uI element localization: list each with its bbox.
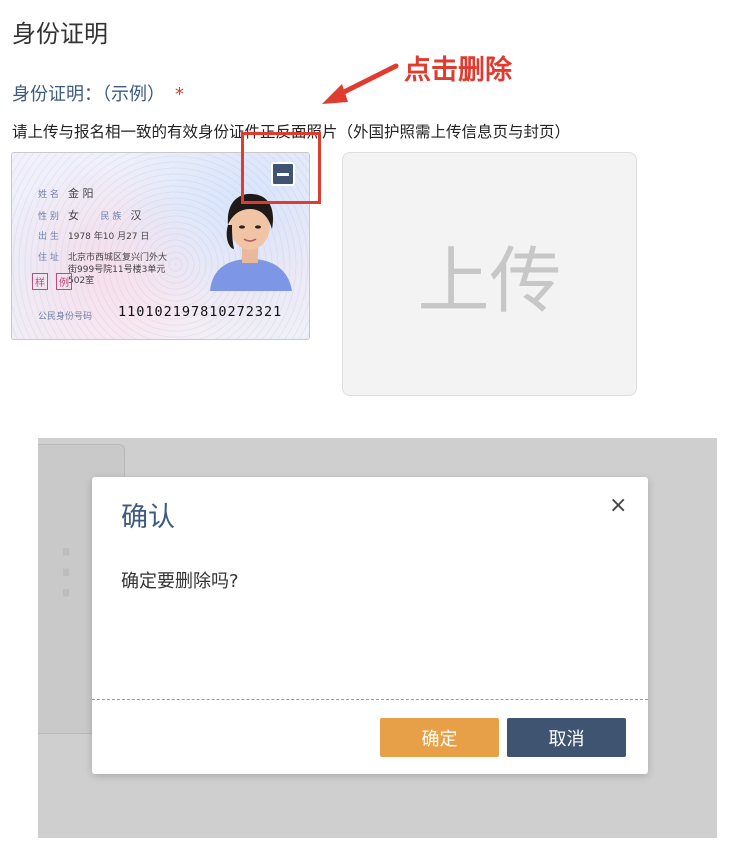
dialog-message: 确定要删除吗? — [121, 571, 239, 592]
card-birth-row: 出 生 1978 年10 月27 日 — [38, 229, 149, 242]
required-mark: * — [175, 84, 184, 105]
upload-label: 上传 — [417, 238, 562, 323]
close-icon[interactable]: × — [609, 495, 627, 517]
annotation-highlight-box — [241, 132, 321, 204]
dialog-title: 确认 — [121, 502, 175, 533]
card-id-number: 110102197810272321 — [118, 304, 283, 320]
page-title: 身份证明 — [12, 20, 108, 48]
sample-stamp-2: 例 — [56, 273, 72, 290]
upload-tile[interactable]: 上传 — [342, 152, 637, 396]
card-name: 金 阳 — [68, 187, 94, 200]
dialog-divider — [92, 699, 648, 700]
card-address-key: 住 址 — [38, 253, 59, 263]
section-label: 身份证明：（示例） * — [12, 80, 184, 106]
sample-stamp: 样 — [32, 273, 48, 290]
card-sex-key: 性 别 — [38, 212, 59, 222]
annotation-arrow-icon — [322, 63, 399, 104]
card-birth: 1978 年10 月27 日 — [68, 232, 150, 242]
card-name-row: 姓 名金 阳 — [38, 185, 94, 201]
card-name-key: 姓 名 — [38, 190, 59, 200]
backdrop-upload-glyph: ⋮ — [38, 536, 96, 606]
confirm-button[interactable]: 确定 — [380, 718, 499, 757]
card-id-number-key: 公民身份号码 — [38, 312, 93, 322]
card-sex-row: 性 别女 民 族汉 — [38, 207, 142, 223]
cancel-button[interactable]: 取消 — [507, 718, 626, 757]
card-ethnicity-key: 民 族 — [100, 212, 122, 222]
card-sex: 女 — [68, 209, 79, 222]
card-birth-key: 出 生 — [38, 232, 59, 242]
confirm-dialog: 确认 × 确定要删除吗? 确定 取消 — [92, 477, 648, 774]
card-ethnicity: 汉 — [130, 209, 142, 222]
section-label-text: 身份证明：（示例） — [12, 84, 165, 105]
annotation-click-delete: 点击删除 — [404, 55, 512, 86]
